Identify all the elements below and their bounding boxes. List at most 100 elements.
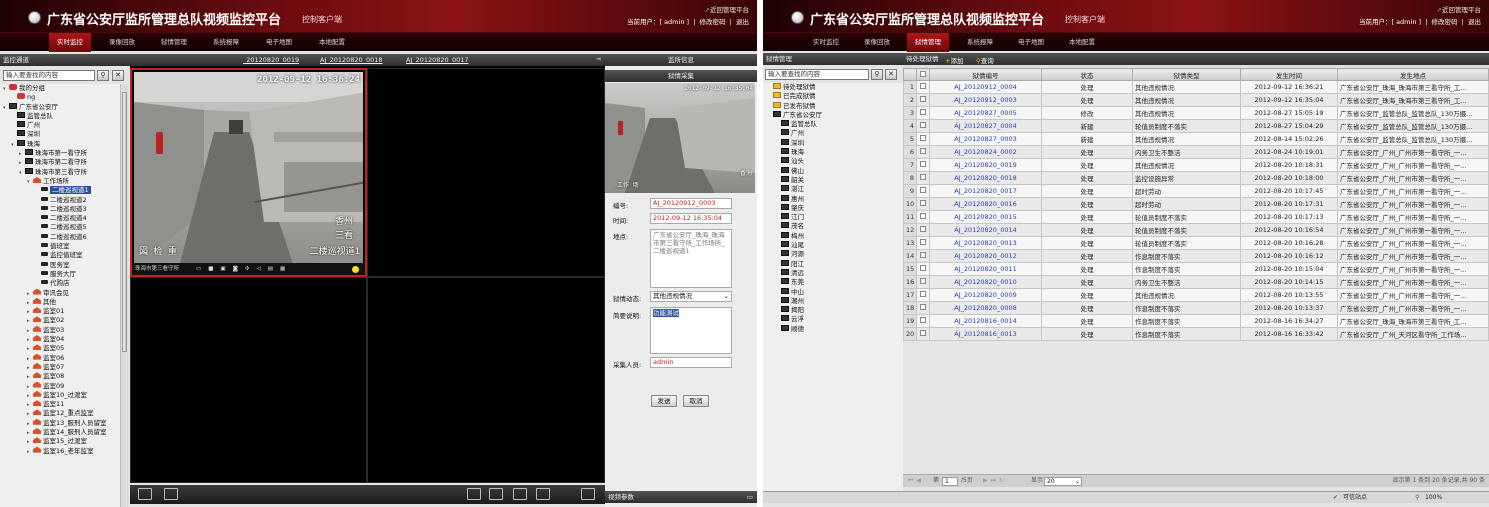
tree-node[interactable]: ▾ 工作场所 (3, 176, 120, 186)
row-check-cell[interactable] (916, 223, 930, 237)
row-check-cell[interactable] (916, 119, 930, 133)
incident-id-link[interactable]: AJ_20120820_0015 (929, 210, 1042, 224)
nav-playback[interactable]: 录像回放 (101, 33, 143, 52)
record-icon[interactable] (164, 488, 178, 500)
tree-node[interactable]: 监管总队 (767, 120, 903, 129)
per-page-select[interactable]: 20 ⌄ (1044, 477, 1082, 486)
row-check-cell[interactable] (916, 80, 930, 94)
table-row[interactable]: 17 AJ_20120820_0009 处理 其他违规情况 2012-08-20 10:… (903, 288, 1489, 302)
table-row[interactable]: 7 AJ_20120820_0019 处理 其他违规情况 2012-08-20 10:1… (903, 158, 1489, 172)
table-row[interactable]: 18 AJ_20120820_0008 处理 作息制度不落实 2012-08-20 10… (903, 301, 1489, 315)
chevron-down-icon[interactable]: ⌄ (724, 292, 729, 301)
chevron-down-icon[interactable]: ⌄ (1075, 478, 1080, 485)
table-row[interactable]: 11 AJ_20120820_0015 处理 轮值员制度不落实 2012-08-20 1… (903, 210, 1489, 224)
tree-node[interactable]: ▸ 监室13_服刑人员留室 (3, 418, 120, 428)
tree-node[interactable]: 监控值班室 (3, 251, 120, 260)
row-check-cell[interactable] (916, 262, 930, 276)
incident-id-link[interactable]: AJ_20120816_0013 (929, 327, 1042, 341)
row-checkbox[interactable] (920, 161, 926, 167)
layout-16-icon[interactable] (536, 488, 550, 500)
tree-node[interactable]: 阳江 (767, 259, 903, 269)
nav-e-map[interactable]: 电子地图 (1010, 33, 1052, 52)
row-checkbox[interactable] (920, 291, 926, 297)
tree-node[interactable]: ▸ 监室02 (3, 316, 120, 325)
row-checkbox[interactable] (920, 265, 926, 271)
layout-4-icon[interactable] (489, 488, 503, 500)
tree-node[interactable]: ng (3, 93, 120, 102)
table-row[interactable]: 6 AJ_20120824_0002 处理 内务卫生不整洁 2012-08-24 10:… (903, 145, 1489, 159)
return-link[interactable]: 近回管理平台 (710, 6, 749, 14)
row-check-cell[interactable] (916, 158, 930, 172)
incident-id-link[interactable]: AJ_20120824_0002 (929, 145, 1042, 159)
tree-node[interactable]: 深圳 (3, 130, 120, 139)
tree-node[interactable]: 医务室 (3, 261, 120, 270)
incident-id-link[interactable]: AJ_20120912_0004 (929, 80, 1042, 94)
incident-id-link[interactable]: AJ_20120820_0009 (929, 288, 1042, 302)
incident-id-link[interactable]: AJ_20120827_0004 (929, 119, 1042, 133)
tree-node[interactable]: ▾ 我的分组 (3, 84, 120, 93)
tree-node[interactable]: 已完成狱情 (767, 92, 903, 101)
tree-node[interactable]: ▸ 监室14_服刑人员留室 (3, 427, 120, 437)
incident-id-link[interactable]: AJ_20120820_0016 (929, 197, 1042, 211)
incident-id-link[interactable]: AJ_20120912_0003 (929, 93, 1042, 107)
nav-local-config[interactable]: 本地配置 (311, 33, 353, 52)
incident-id-link[interactable]: AJ_20120816_0014 (929, 314, 1042, 328)
row-checkbox[interactable] (920, 213, 926, 219)
col-header[interactable]: 狱情编号 (929, 68, 1042, 81)
incident-id-link[interactable]: AJ_20120820_0014 (929, 223, 1042, 237)
row-checkbox[interactable] (920, 174, 926, 180)
tree-node[interactable]: 待处理狱情 (767, 83, 903, 92)
row-check-cell[interactable] (916, 288, 930, 302)
tree-node[interactable]: ▸ 监室11 (3, 400, 120, 409)
row-check-cell[interactable] (916, 314, 930, 328)
logout-link[interactable]: 退出 (736, 18, 749, 26)
tree-node[interactable]: ▸ 珠海市第一看守所 (3, 149, 120, 158)
tree-node[interactable]: 梅州 (767, 231, 903, 241)
nav-fault-report[interactable]: 系统报障 (205, 33, 247, 52)
row-checkbox[interactable] (920, 83, 926, 89)
table-row[interactable]: 19 AJ_20120816_0014 处理 作息制度不落实 2012-08-16 16… (903, 314, 1489, 328)
collapsed-arrow-icon[interactable]: ▸ (27, 448, 33, 457)
table-row[interactable]: 5 AJ_20120827_0003 新建 其他违规情况 2012-08-14 15:0… (903, 132, 1489, 146)
table-row[interactable]: 9 AJ_20120820_0017 处理 超时劳动 2012-08-20 10:17:… (903, 184, 1489, 198)
tree-node[interactable]: ▾ 珠海 (3, 139, 120, 149)
table-row[interactable]: 1 AJ_20120912_0004 处理 其他违规情况 2012-09-12 16:3… (903, 80, 1489, 94)
search-icon[interactable]: ⚲ (97, 70, 109, 81)
tree-node[interactable]: ▸ 珠海市第二看守所 (3, 158, 120, 167)
incident-id-link[interactable]: AJ_20120820_0010 (929, 275, 1042, 289)
tree-node[interactable]: 服务大厅 (3, 270, 120, 279)
tree-node[interactable]: 汕尾 (767, 241, 903, 250)
incident-id-link[interactable]: AJ_20120820_0018 (929, 171, 1042, 185)
nav-prison-management[interactable]: 狱情管理 (907, 33, 949, 52)
return-link[interactable]: 近回管理平台 (1442, 6, 1481, 14)
row-check-cell[interactable] (916, 93, 930, 107)
cancel-button[interactable]: 取消 (683, 395, 709, 407)
tree-node[interactable]: 已发布狱情 (767, 101, 903, 111)
incident-id-link[interactable]: AJ_20120820_0008 (929, 301, 1042, 315)
row-check-cell[interactable] (916, 106, 930, 120)
nav-playback[interactable]: 录像回放 (856, 33, 898, 52)
tree-node[interactable]: 惠州 (767, 194, 903, 204)
video-cell-3[interactable] (130, 277, 367, 483)
layout-9-icon[interactable] (513, 488, 527, 500)
time-field[interactable]: 2012-09-12 16:35:04 (650, 213, 732, 224)
pager-next-icons[interactable]: ▶⏭↻ (983, 475, 1007, 487)
tree-node[interactable]: ▸ 监室05 (3, 344, 120, 353)
table-row[interactable]: 14 AJ_20120820_0012 处理 作息制度不落实 2012-08-20 10… (903, 249, 1489, 263)
incident-id-link[interactable]: AJ_20120820_0013 (929, 236, 1042, 250)
collapse-icon[interactable]: ⇥ (596, 55, 601, 63)
tree-node[interactable]: ▸ 监室08 (3, 372, 120, 381)
tree-node[interactable]: 二楼巡视道5 (3, 223, 120, 232)
incident-id-link[interactable]: AJ_20120827_0005 (929, 106, 1042, 120)
tree-search-input[interactable]: 输入要查找的内容 (3, 70, 95, 81)
row-check-cell[interactable] (916, 132, 930, 146)
tree-node[interactable]: ▸ 监室15_过渡室 (3, 437, 120, 446)
tree-node[interactable]: ▾ 珠海市第三看守所 (3, 167, 120, 177)
table-row[interactable]: 20 AJ_20120816_0013 处理 作息制度不落实 2012-08-16 16… (903, 327, 1489, 341)
row-check-cell[interactable] (916, 236, 930, 250)
fullscreen-icon[interactable] (581, 488, 595, 500)
col-header[interactable]: 发生地点 (1337, 68, 1489, 81)
camera-control-icons[interactable]: ▭■▣◙✣◁▤▦ (196, 263, 292, 275)
video-tab[interactable]: AJ_20120820_0017 (406, 56, 469, 64)
video-cell-1[interactable]: 2012-09-12 16:36:24 香州 三看 二楼巡视道1 図 检 重 珠… (130, 68, 367, 277)
